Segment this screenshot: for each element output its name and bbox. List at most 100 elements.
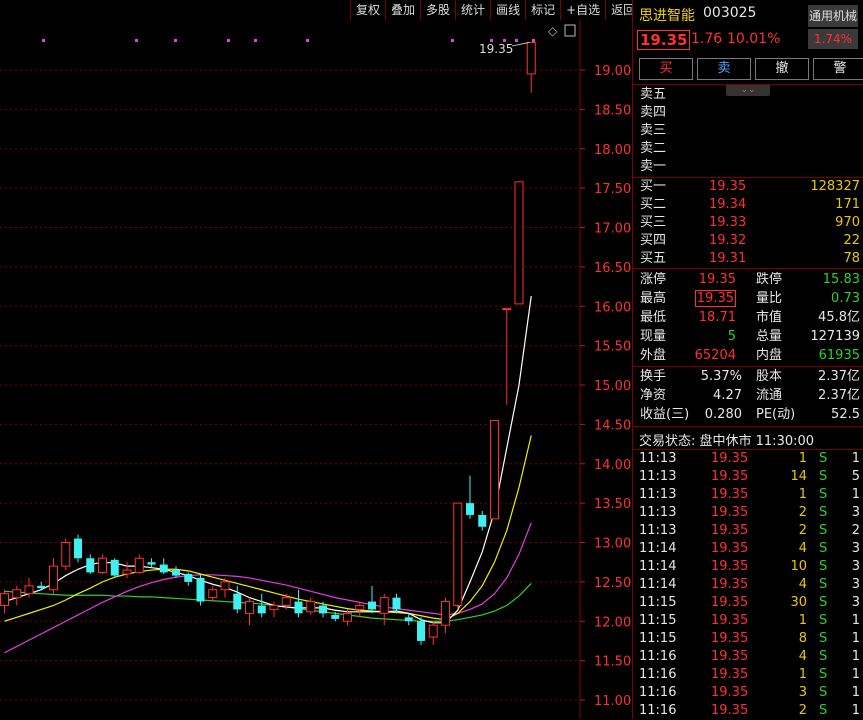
event-marker (306, 39, 309, 42)
toolbar-btn-stats[interactable]: 统计 (455, 0, 490, 20)
ask-row: 卖三 (633, 122, 863, 140)
tick-volume: 8 (798, 631, 807, 646)
tick-time: 11:13 (639, 487, 677, 502)
tick-volume: 1 (798, 451, 807, 466)
stat-label: 最低 (640, 310, 667, 325)
tick-side: S (819, 541, 828, 556)
ask-row: 卖二 (633, 140, 863, 158)
tick-row: 11:16 19.35 4 S 1 (633, 648, 863, 666)
y-tick-label: 13.50 (594, 497, 631, 512)
candle-body (343, 612, 352, 622)
kline-chart[interactable]: 19.00 18.50 18.00 17.50 17.00 16.50 16.00 15.50… (0, 0, 641, 719)
tick-price: 19.35 (711, 559, 749, 574)
tick-price: 19.35 (711, 613, 749, 628)
tick-volume: 3 (798, 685, 807, 700)
y-tick-label: 13.00 (594, 537, 631, 552)
tick-volume: 30 (790, 595, 807, 610)
tick-volume: 4 (798, 649, 807, 664)
candle-body (281, 597, 291, 606)
stat-value: 45.8亿 (818, 310, 860, 325)
candle-body (441, 601, 450, 626)
bid-label: 买三 (640, 215, 667, 230)
event-marker (135, 39, 138, 42)
price-change: 1.76 (691, 31, 723, 47)
y-tick-label: 18.00 (594, 143, 631, 158)
tick-time: 11:13 (639, 505, 677, 520)
diamond-icon: ◇ (548, 24, 558, 38)
candle-body (49, 565, 58, 591)
alert-button[interactable]: 警 (813, 58, 863, 80)
cancel-button[interactable]: 撤 (755, 58, 809, 80)
candle-body (514, 181, 524, 305)
kline-svg[interactable]: 19.00 18.50 18.00 17.50 17.00 16.50 16.00 15.50… (0, 0, 632, 719)
candle-body (478, 514, 487, 527)
candle-body (257, 605, 266, 614)
industry-badge[interactable]: 通用机械 (808, 5, 858, 27)
bid-label: 买二 (640, 197, 667, 212)
tick-side: S (819, 577, 828, 592)
stat-row: 涨停 19.35 跌停 15.83 (633, 271, 863, 289)
ask-label: 卖一 (640, 159, 667, 174)
tick-count: 1 (851, 703, 860, 718)
sell-button[interactable]: 卖 (697, 58, 751, 80)
y-tick-label: 14.50 (594, 418, 631, 433)
candle-body (404, 617, 413, 622)
toolbar-btn-multi[interactable]: 多股 (420, 0, 455, 20)
bid-row: 买四 19.32 22 (633, 232, 863, 250)
tick-count: 3 (851, 595, 860, 610)
candle-body (24, 585, 34, 595)
candle-body (110, 559, 119, 576)
candle-body (355, 605, 365, 610)
tick-price: 19.35 (711, 595, 749, 610)
tick-side: S (819, 703, 828, 718)
candle-body (86, 558, 95, 573)
buy-button[interactable]: 买 (639, 58, 693, 80)
ma20-line (4, 522, 532, 654)
bid-row: 买三 19.33 970 (633, 214, 863, 232)
candle-body (428, 624, 438, 638)
toolbar-btn-watchlist[interactable]: +自选 (560, 0, 605, 20)
stat-value: 19.35 (698, 272, 736, 287)
stat-row: 收益(三) 0.280 PE(动) 52.5 (633, 406, 863, 424)
tick-count: 5 (851, 469, 860, 484)
tick-row: 11:15 19.35 1 S 1 (633, 612, 863, 630)
tick-side: S (819, 631, 828, 646)
bid-volume: 970 (835, 215, 860, 230)
tick-volume: 2 (798, 505, 807, 520)
tick-count: 1 (851, 649, 860, 664)
industry-change: 1.74% (808, 29, 858, 49)
toolbar-btn-mark[interactable]: 标记 (525, 0, 560, 20)
candle-body (379, 597, 389, 614)
tick-price: 19.35 (711, 487, 749, 502)
ask-row: 卖四 (633, 104, 863, 122)
stat-value: 61935 (818, 348, 860, 363)
event-marker (532, 39, 535, 42)
candle-body (134, 557, 144, 573)
event-marker (254, 39, 257, 42)
tick-row: 11:14 19.35 4 S 3 (633, 576, 863, 594)
tick-row: 11:14 19.35 4 S 3 (633, 540, 863, 558)
tick-time: 11:13 (639, 469, 677, 484)
bid-price: 19.34 (709, 197, 747, 212)
stat-label: 外盘 (640, 348, 667, 363)
candle-body (319, 605, 327, 614)
stat-value: 19.35 (694, 290, 736, 307)
bid-volume: 22 (843, 233, 860, 248)
tick-price: 19.35 (711, 505, 749, 520)
divider (633, 268, 863, 269)
toolbar-btn-draw[interactable]: 画线 (490, 0, 525, 20)
stat-value: 65204 (694, 348, 736, 363)
tick-count: 1 (851, 667, 860, 682)
toolbar-btn-fuquan[interactable]: 复权 (350, 0, 385, 20)
candle-body (208, 589, 218, 599)
tick-side: S (819, 667, 828, 682)
bid-price: 19.35 (709, 179, 747, 194)
y-tick-label: 12.00 (594, 615, 631, 630)
tick-time: 11:15 (639, 631, 677, 646)
stat-value: 2.37亿 (818, 388, 860, 403)
tick-count: 3 (851, 559, 860, 574)
toolbar-btn-overlay[interactable]: 叠加 (385, 0, 420, 20)
tick-side: S (819, 595, 828, 610)
tick-row: 11:13 19.35 14 S 5 (633, 468, 863, 486)
candle-body (37, 585, 46, 589)
